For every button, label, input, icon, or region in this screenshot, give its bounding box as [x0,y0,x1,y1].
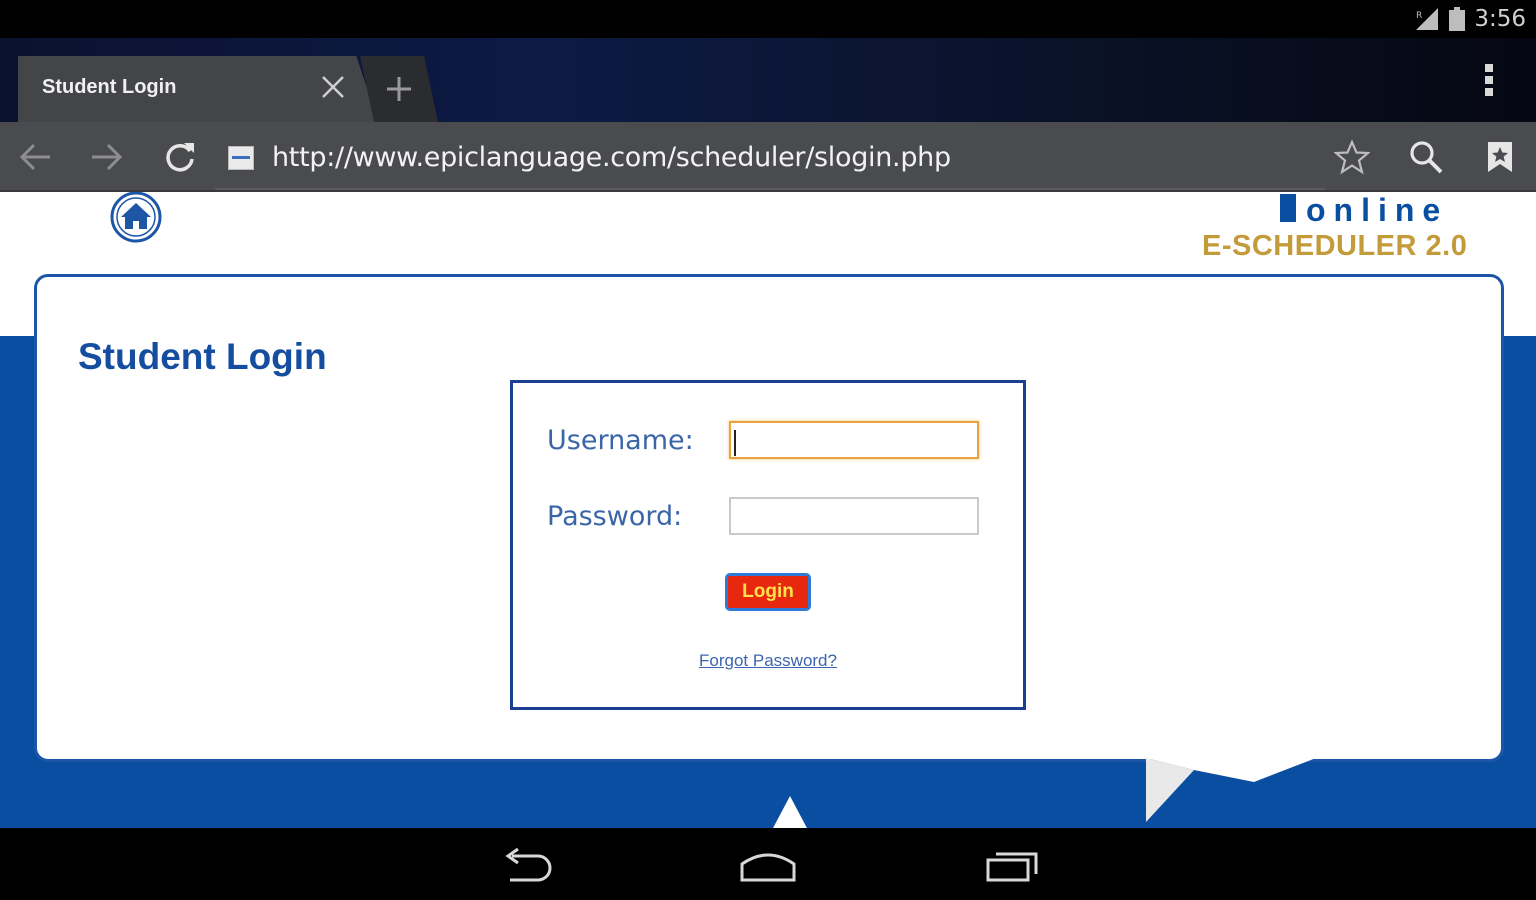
password-input[interactable] [729,497,979,535]
back-nav-icon[interactable] [498,848,554,884]
username-input[interactable] [729,421,979,459]
star-icon[interactable] [1334,139,1370,175]
login-form: Username: Password: Login Forgot Passwor… [510,380,1026,710]
svg-text:R: R [1416,11,1422,21]
text-caret [734,430,736,456]
login-button[interactable]: Login [725,573,811,611]
home-nav-icon[interactable] [738,848,798,884]
navigation-bar [0,828,1536,900]
close-icon[interactable] [318,72,348,102]
status-bar: R 3:56 [0,0,1536,38]
logo-bar [1280,194,1296,222]
search-icon[interactable] [1408,139,1444,175]
recents-nav-icon[interactable] [984,848,1042,884]
home-icon[interactable] [108,192,164,244]
tab-strip: Student Login [0,38,1536,122]
site-favicon-icon [228,146,254,170]
back-icon[interactable] [18,139,54,175]
page-title: Student Login [78,336,327,377]
tab-student-login[interactable]: Student Login [18,56,378,122]
decorative-arrow [772,796,808,828]
url-underline [215,188,1325,190]
status-time: 3:56 [1474,6,1526,32]
logo-scheduler-text: E-SCHEDULER 2.0 [1202,230,1468,262]
decorative-corner [1146,758,1316,822]
web-page: online E-SCHEDULER 2.0 Student Login Use… [0,192,1536,828]
overflow-menu-icon[interactable] [1482,62,1496,98]
status-right: R 3:56 [1414,5,1526,33]
signal-icon: R [1416,8,1439,30]
plus-icon [387,77,411,101]
screen: R 3:56 Student Login http://www.epiclang… [0,0,1536,900]
reload-icon[interactable] [162,139,198,175]
forward-icon[interactable] [88,139,124,175]
password-label: Password: [547,501,683,532]
tab-title: Student Login [42,76,177,98]
battery-icon [1449,7,1466,31]
logo-online-text: online [1306,192,1449,228]
forgot-password-link[interactable]: Forgot Password? [513,651,1023,671]
username-label: Username: [547,425,694,456]
url-field[interactable]: http://www.epiclanguage.com/scheduler/sl… [272,142,951,173]
bookmarks-icon[interactable] [1482,139,1518,175]
